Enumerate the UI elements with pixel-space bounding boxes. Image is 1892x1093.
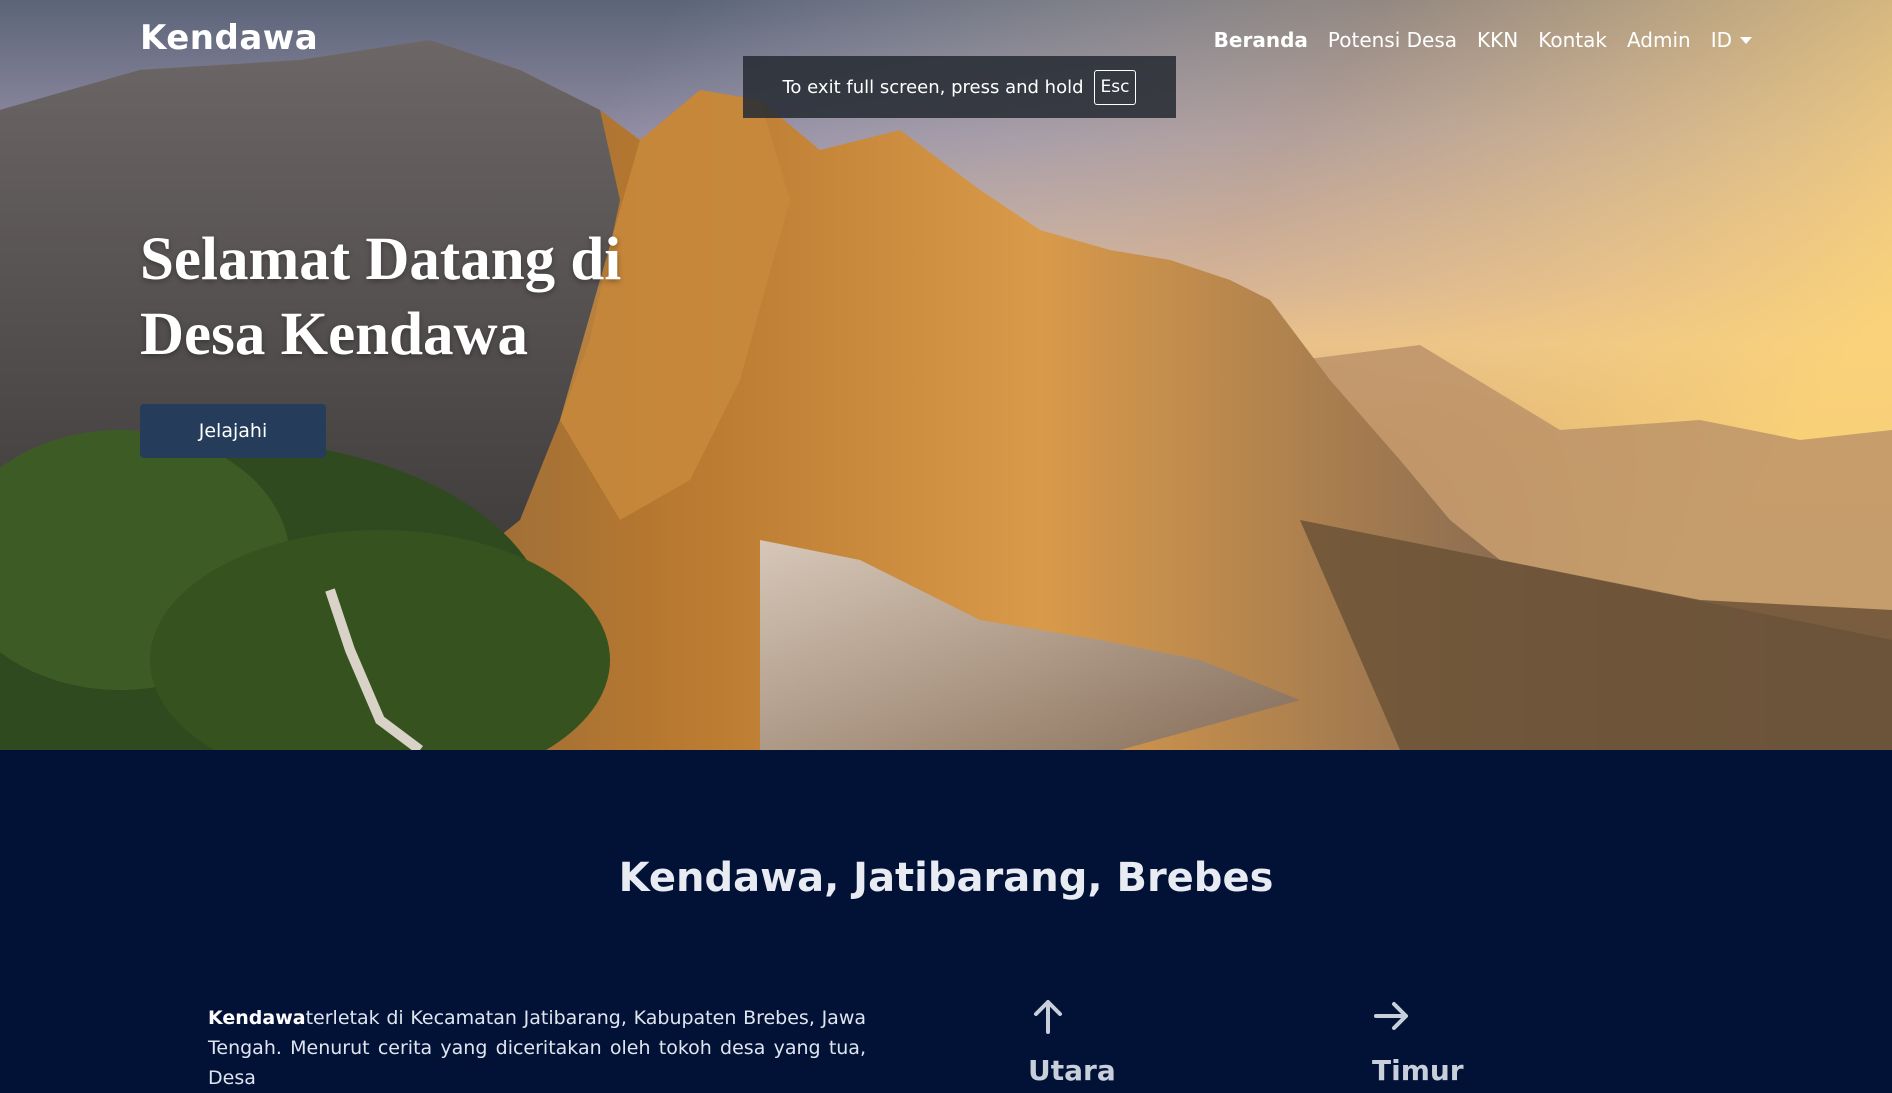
nav-link-kkn[interactable]: KKN — [1477, 28, 1518, 52]
language-dropdown[interactable]: ID — [1711, 28, 1752, 52]
fullscreen-notice-text: To exit full screen, press and hold — [782, 76, 1084, 98]
village-intro-text: terletak di Kecamatan Jatibarang, Kabupa… — [208, 1007, 866, 1089]
nav-link-potensi-desa[interactable]: Potensi Desa — [1328, 28, 1457, 52]
explore-button[interactable]: Jelajahi — [140, 404, 326, 458]
location-title: Kendawa, Jatibarang, Brebes — [618, 855, 1274, 901]
arrow-right-icon — [1374, 1002, 1408, 1030]
fullscreen-exit-notice: To exit full screen, press and hold Esc — [743, 56, 1176, 118]
esc-key-badge: Esc — [1093, 69, 1137, 105]
brand-logo[interactable]: Kendawa — [140, 18, 318, 58]
direction-north-label: Utara — [1028, 1054, 1116, 1087]
direction-north: Utara — [1028, 996, 1116, 1087]
chevron-down-icon — [1740, 36, 1752, 44]
direction-east: Timur — [1372, 996, 1464, 1087]
direction-east-label: Timur — [1372, 1054, 1464, 1087]
village-name-bold: Kendawa — [208, 1007, 306, 1029]
language-label: ID — [1710, 28, 1732, 52]
village-intro-paragraph: Kendawaterletak di Kecamatan Jatibarang,… — [208, 1003, 866, 1093]
nav-link-beranda[interactable]: Beranda — [1214, 28, 1308, 52]
nav-link-kontak[interactable]: Kontak — [1538, 28, 1607, 52]
hero-title: Selamat Datang di Desa Kendawa — [140, 226, 622, 368]
nav-link-admin[interactable]: Admin — [1627, 28, 1691, 52]
hero-section: Kendawa Beranda Potensi Desa KKN Kontak … — [0, 0, 1892, 750]
main-navigation: Beranda Potensi Desa KKN Kontak Admin ID — [1214, 28, 1752, 52]
arrow-up-icon — [1034, 1000, 1062, 1034]
